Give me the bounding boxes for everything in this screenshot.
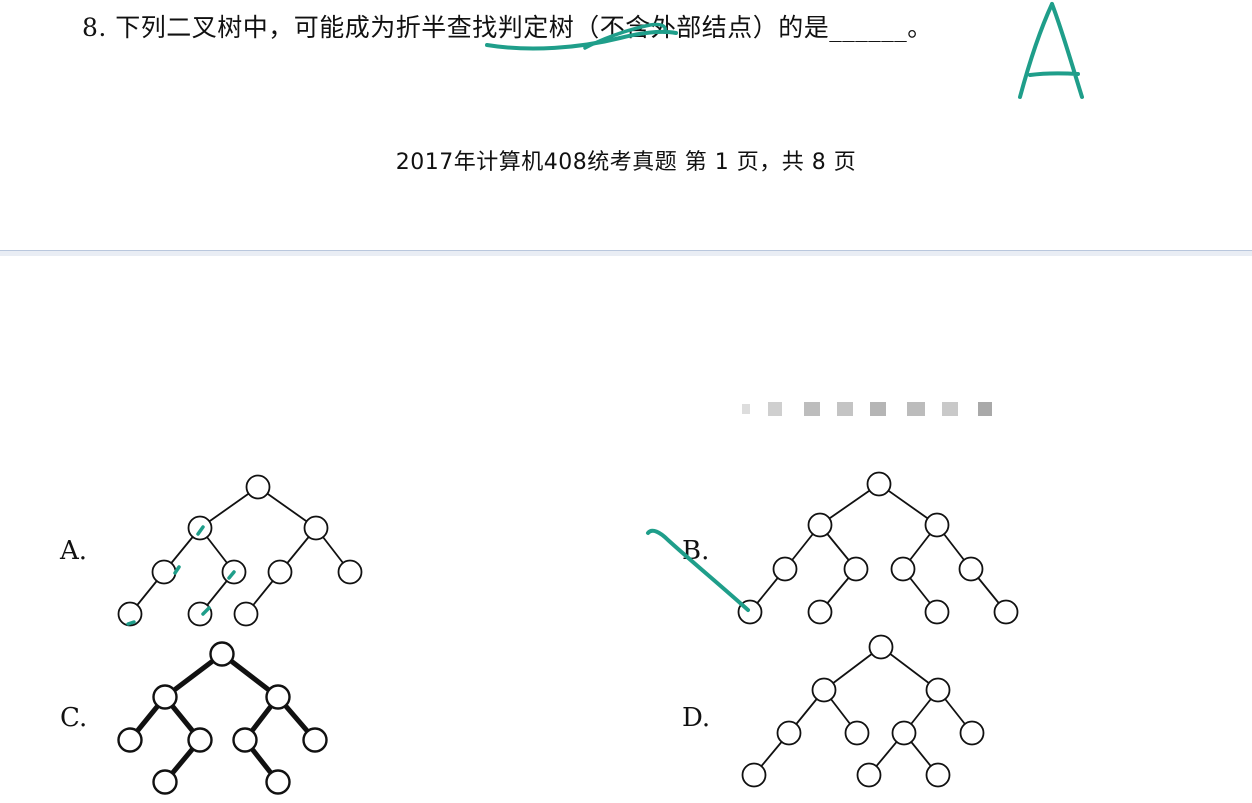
tree-node	[741, 762, 767, 788]
tree-node	[152, 769, 178, 795]
tree-node	[303, 515, 329, 541]
tree-node	[924, 512, 950, 538]
tree-node	[958, 556, 984, 582]
tree-node	[843, 556, 869, 582]
tree-node	[187, 515, 213, 541]
tree-node	[187, 727, 213, 753]
tree-node	[209, 641, 235, 667]
tree-node	[844, 720, 870, 746]
tree-node	[868, 634, 894, 660]
tree-node	[232, 727, 258, 753]
tree-node	[221, 559, 247, 585]
tree-node	[302, 727, 328, 753]
tree-node	[187, 601, 213, 627]
tree-node	[117, 727, 143, 753]
tree-node	[856, 762, 882, 788]
tree-node	[151, 559, 177, 585]
tree-node	[807, 599, 833, 625]
tree-node	[807, 512, 833, 538]
tree-option-c	[117, 641, 328, 795]
tree-option-d	[741, 634, 985, 788]
tree-node	[265, 684, 291, 710]
tree-option-a	[117, 474, 363, 627]
tree-node	[233, 601, 259, 627]
tree-node	[811, 677, 837, 703]
tree-node	[117, 601, 143, 627]
tree-node	[959, 720, 985, 746]
tree-node	[866, 471, 892, 497]
tree-node	[267, 559, 293, 585]
tree-option-b	[737, 471, 1019, 625]
tree-node	[993, 599, 1019, 625]
tree-node	[245, 474, 271, 500]
tree-node	[772, 556, 798, 582]
tree-node	[925, 677, 951, 703]
tree-node	[776, 720, 802, 746]
tree-node	[737, 599, 763, 625]
tree-node	[337, 559, 363, 585]
binary-tree-figures	[117, 471, 1019, 795]
tree-node	[925, 762, 951, 788]
tree-node	[890, 556, 916, 582]
tree-node	[891, 720, 917, 746]
tree-node	[265, 769, 291, 795]
tree-node	[152, 684, 178, 710]
tree-node	[924, 599, 950, 625]
